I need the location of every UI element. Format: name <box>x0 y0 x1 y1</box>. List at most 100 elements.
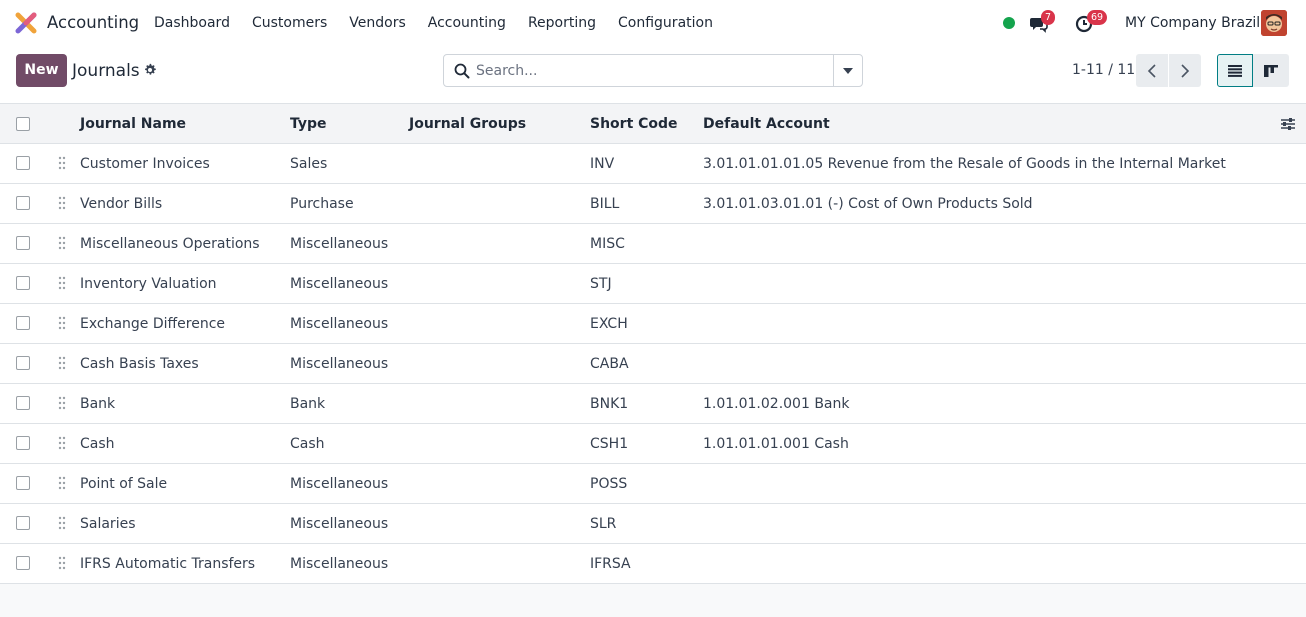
cell-type: Miscellaneous <box>290 236 389 252</box>
cell-journal-name: Cash <box>80 436 115 452</box>
row-checkbox[interactable] <box>16 516 30 530</box>
row-checkbox[interactable] <box>16 196 30 210</box>
cell-journal-name: Bank <box>80 396 116 412</box>
row-checkbox[interactable] <box>16 156 30 170</box>
menu-dashboard[interactable]: Dashboard <box>154 12 230 34</box>
table-row[interactable]: Salaries Miscellaneous SLR <box>0 504 1306 544</box>
menu-accounting[interactable]: Accounting <box>428 12 506 34</box>
table-row[interactable]: Vendor Bills Purchase BILL 3.01.01.03.01… <box>0 184 1306 224</box>
cell-type: Cash <box>290 436 325 452</box>
pager-value[interactable]: 1-11 / 11 <box>1072 60 1135 80</box>
kanban-view-button[interactable] <box>1253 54 1289 87</box>
drag-handle-icon[interactable] <box>58 156 66 170</box>
pager-previous-button[interactable] <box>1136 54 1168 87</box>
cell-type: Miscellaneous <box>290 476 389 492</box>
table-row[interactable]: Customer Invoices Sales INV 3.01.01.01.0… <box>0 144 1306 184</box>
cell-short-code: BILL <box>590 196 620 212</box>
cell-journal-name: Inventory Valuation <box>80 276 217 292</box>
drag-handle-icon[interactable] <box>58 556 66 570</box>
cell-default-account: 3.01.01.03.01.01 (-) Cost of Own Product… <box>703 196 1033 212</box>
app-name[interactable]: Accounting <box>47 12 139 34</box>
menu-reporting[interactable]: Reporting <box>528 12 596 34</box>
cell-type: Miscellaneous <box>290 276 389 292</box>
drag-handle-icon[interactable] <box>58 476 66 490</box>
new-button[interactable]: New <box>16 54 67 87</box>
menu-configuration[interactable]: Configuration <box>618 12 713 34</box>
optional-columns-sliders-icon[interactable] <box>1280 116 1296 132</box>
table-row[interactable]: Cash Basis Taxes Miscellaneous CABA <box>0 344 1306 384</box>
row-checkbox[interactable] <box>16 276 30 290</box>
company-switcher[interactable]: MY Company Brazil <box>1125 12 1260 34</box>
cell-journal-name: IFRS Automatic Transfers <box>80 556 256 572</box>
search-options-toggle[interactable] <box>833 55 862 86</box>
table-row[interactable]: Inventory Valuation Miscellaneous STJ <box>0 264 1306 304</box>
list-view-icon <box>1228 64 1242 77</box>
cell-short-code: CABA <box>590 356 629 372</box>
select-all-checkbox[interactable] <box>16 117 30 131</box>
cell-default-account: 3.01.01.01.01.05 Revenue from the Resale… <box>703 156 1226 172</box>
drag-handle-icon[interactable] <box>58 236 66 250</box>
drag-handle-icon[interactable] <box>58 396 66 410</box>
cell-type: Miscellaneous <box>290 316 389 332</box>
cell-type: Miscellaneous <box>290 356 389 372</box>
user-avatar[interactable] <box>1261 10 1287 36</box>
drag-handle-icon[interactable] <box>58 356 66 370</box>
cell-type: Purchase <box>290 196 354 212</box>
chevron-left-icon <box>1147 63 1156 78</box>
drag-handle-icon[interactable] <box>58 316 66 330</box>
search-icon <box>454 63 470 79</box>
column-header-type[interactable]: Type <box>290 115 327 133</box>
column-header-journal-name[interactable]: Journal Name <box>80 115 186 133</box>
list-view-button[interactable] <box>1217 54 1253 87</box>
row-checkbox[interactable] <box>16 316 30 330</box>
cell-short-code: STJ <box>590 276 612 292</box>
table-row[interactable]: Cash Cash CSH1 1.01.01.01.001 Cash <box>0 424 1306 464</box>
row-checkbox[interactable] <box>16 556 30 570</box>
table-row[interactable]: Point of Sale Miscellaneous POSS <box>0 464 1306 504</box>
top-navbar: Accounting Dashboard Customers Vendors A… <box>0 0 1306 46</box>
cell-journal-name: Customer Invoices <box>80 156 210 172</box>
cell-short-code: IFRSA <box>590 556 631 572</box>
user-avatar-icon <box>1261 10 1287 36</box>
cell-journal-name: Point of Sale <box>80 476 168 492</box>
cell-short-code: EXCH <box>590 316 628 332</box>
cell-short-code: INV <box>590 156 615 172</box>
menu-vendors[interactable]: Vendors <box>349 12 405 34</box>
gear-icon[interactable] <box>143 63 157 77</box>
messages-badge: 7 <box>1041 10 1056 25</box>
main-menu: Dashboard Customers Vendors Accounting R… <box>154 12 735 34</box>
row-checkbox[interactable] <box>16 236 30 250</box>
chevron-right-icon <box>1181 63 1190 78</box>
column-header-default-account[interactable]: Default Account <box>703 115 830 133</box>
menu-customers[interactable]: Customers <box>252 12 327 34</box>
cell-short-code: BNK1 <box>590 396 629 412</box>
pager-next-button[interactable] <box>1169 54 1201 87</box>
row-checkbox[interactable] <box>16 356 30 370</box>
row-checkbox[interactable] <box>16 476 30 490</box>
search-input[interactable] <box>476 61 831 81</box>
page-title: Journals <box>72 61 140 81</box>
table-row[interactable]: Bank Bank BNK1 1.01.01.02.001 Bank <box>0 384 1306 424</box>
cell-type: Miscellaneous <box>290 516 389 532</box>
drag-handle-icon[interactable] <box>58 276 66 290</box>
accounting-app-icon[interactable] <box>15 12 37 34</box>
drag-handle-icon[interactable] <box>58 196 66 210</box>
row-checkbox[interactable] <box>16 436 30 450</box>
cell-journal-name: Salaries <box>80 516 136 532</box>
column-header-short-code[interactable]: Short Code <box>590 115 678 133</box>
column-header-journal-groups[interactable]: Journal Groups <box>409 115 526 133</box>
drag-handle-icon[interactable] <box>58 436 66 450</box>
table-row[interactable]: IFRS Automatic Transfers Miscellaneous I… <box>0 544 1306 584</box>
row-checkbox[interactable] <box>16 396 30 410</box>
presence-status-icon <box>1003 17 1015 29</box>
table-row[interactable]: Exchange Difference Miscellaneous EXCH <box>0 304 1306 344</box>
list-empty-area <box>0 584 1306 617</box>
table-row[interactable]: Miscellaneous Operations Miscellaneous M… <box>0 224 1306 264</box>
cell-journal-name: Exchange Difference <box>80 316 226 332</box>
drag-handle-icon[interactable] <box>58 516 66 530</box>
cell-journal-name: Miscellaneous Operations <box>80 236 260 252</box>
list-body: Customer Invoices Sales INV 3.01.01.01.0… <box>0 144 1306 584</box>
kanban-view-icon <box>1264 64 1278 77</box>
cell-default-account: 1.01.01.01.001 Cash <box>703 436 849 452</box>
cell-type: Bank <box>290 396 326 412</box>
